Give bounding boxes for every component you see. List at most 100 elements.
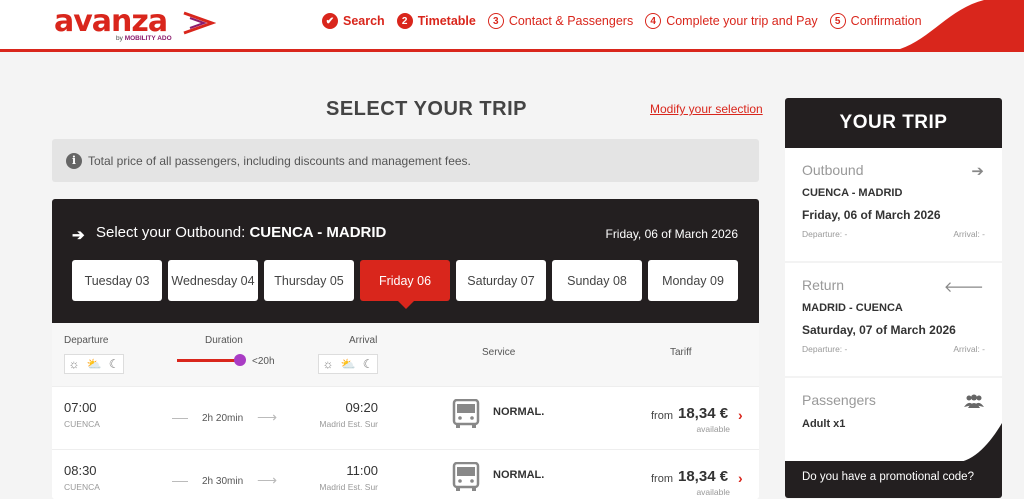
step-number: 4 [645,13,662,29]
duration-max-label: <20h [252,356,275,367]
departure-city: CUENCA [64,419,100,429]
return-departure: Departure: - [802,344,848,354]
outbound-summary-date: Friday, 06 of March 2026 [802,208,941,222]
day-tab[interactable]: Saturday 07 [456,260,546,301]
sunset-icon[interactable]: ⛅ [87,357,102,371]
arrival-time: 11:00 [346,463,378,478]
avanza-logo[interactable]: avanza by MOBILITY ADO [54,6,234,46]
outbound-arrival: Arrival: - [953,229,985,239]
day-tab[interactable]: Tuesday 03 [72,260,162,301]
outbound-route: CUENCA - MADRID [249,224,387,241]
trip-row[interactable]: 07:00 CUENCA 2h 20min ⟶ 09:20 Madrid Est… [52,387,759,450]
column-headers: Departure ☼ ⛅ ☾ Duration <20h Arrival ☼ ⛅ ☾ … [52,323,759,387]
info-text: Total price of all passengers, including… [88,153,471,168]
trip-price: 18,34 € [678,405,729,422]
day-tab[interactable]: Thursday 05 [264,260,354,301]
outbound-summary: Outbound ➔ CUENCA - MADRID Friday, 06 of… [785,148,1002,261]
return-summary: Return 🡐 MADRID - CUENCA Saturday, 07 of… [785,263,1002,376]
step-label: Contact & Passengers [508,14,634,28]
night-icon[interactable]: ☾ [109,357,120,371]
step-label: Search [343,14,385,28]
departure-time: 07:00 [64,400,97,415]
site-header: avanza by MOBILITY ADO ✔ Search 2 Timetabl… [0,0,1024,52]
bus-icon [452,462,480,491]
day-tab[interactable]: Sunday 08 [552,260,642,301]
trip-price: 18,34 € [678,468,729,485]
users-icon [964,394,984,408]
trip-row[interactable]: 08:30 CUENCA 2h 30min ⟶ 11:00 Madrid Est… [52,450,759,499]
duration-slider-handle[interactable] [234,354,246,366]
step-timetable[interactable]: 2 Timetable [396,13,476,29]
return-summary-date: Saturday, 07 of March 2026 [802,323,956,337]
duration-slider-track[interactable] [177,359,239,362]
service-type: NORMAL. [493,406,545,418]
info-icon: i [66,152,82,169]
trip-duration: 2h 20min [202,413,244,424]
service-header: Service [482,347,516,358]
outbound-label: Select your Outbound: CUENCA - MADRID [96,224,386,241]
chevron-right-icon[interactable]: › [738,407,743,423]
chevron-right-icon[interactable]: › [738,470,743,486]
passengers-label: Passengers [802,392,876,408]
page-title: SELECT YOUR TRIP [326,98,527,120]
morning-icon[interactable]: ☼ [69,357,80,371]
morning-icon[interactable]: ☼ [323,357,334,371]
arrow-right-icon: ➔ [971,163,984,180]
logo-by: by [116,35,123,42]
price-from-label: from [651,473,673,485]
duration-line [172,418,188,419]
price-from-label: from [651,410,673,422]
step-label: Complete your trip and Pay [666,14,818,28]
bus-icon [452,399,480,428]
outbound-summary-label: Outbound [802,162,864,178]
your-trip-title: YOUR TRIP [785,98,1002,148]
modify-selection-link[interactable]: Modify your selection [650,102,763,116]
arrow-right-icon: ➔ [72,227,85,244]
header-swoosh [899,0,1024,49]
outbound-departure: Departure: - [802,229,848,239]
tariff-header: Tariff [670,347,692,358]
return-summary-label: Return [802,277,845,293]
step-check-icon: ✔ [322,13,338,29]
checkout-steps: ✔ Search 2 Timetable 3 Contact & Passengers… [322,13,922,29]
logo-arrow-icon [183,11,216,35]
departure-header: Departure [64,335,109,346]
long-arrow-icon: ⟶ [257,472,278,488]
return-summary-route: MADRID - CUENCA [802,302,903,314]
step-contact-passengers: 3 Contact & Passengers [487,13,634,29]
price-info-banner: i Total price of all passengers, includi… [52,139,759,182]
sunset-icon[interactable]: ⛅ [341,357,356,371]
outbound-summary-route: CUENCA - MADRID [802,187,903,199]
arrival-header: Arrival [349,335,378,346]
day-tab[interactable]: Monday 09 [648,260,738,301]
outbound-prefix: Select your Outbound: [96,224,246,241]
arrival-time: 09:20 [345,400,378,415]
departure-city: CUENCA [64,482,100,492]
step-number: 3 [487,13,504,29]
promo-code-toggle[interactable]: Do you have a promotional code? [785,461,1002,498]
return-arrival: Arrival: - [953,344,985,354]
arrival-city: Madrid Est. Sur [319,482,378,492]
arrival-time-filter[interactable]: ☼ ⛅ ☾ [318,354,378,374]
promo-swoosh [785,423,1002,463]
arrow-left-icon: 🡐 [943,279,984,296]
long-arrow-icon: ⟶ [257,409,278,425]
duration-header: Duration [205,335,243,346]
night-icon[interactable]: ☾ [363,357,374,371]
step-complete-pay: 4 Complete your trip and Pay [645,13,818,29]
day-tab-active[interactable]: Friday 06 [360,260,450,309]
outbound-date: Friday, 06 of March 2026 [605,227,738,241]
service-type: NORMAL. [493,469,545,481]
logo-sub-brand: MOBILITY ADO [124,35,172,42]
day-tabs: Tuesday 03 Wednesday 04 Thursday 05 Frid… [72,260,738,309]
availability-status: available [696,424,730,434]
your-trip-sidebar: YOUR TRIP Outbound ➔ CUENCA - MADRID Fri… [785,98,1002,498]
outbound-header: ➔ Select your Outbound: CUENCA - MADRID … [52,199,759,323]
day-tab[interactable]: Wednesday 04 [168,260,258,301]
logo-tagline: by MOBILITY ADO [116,35,172,42]
departure-time: 08:30 [64,463,97,478]
step-search[interactable]: ✔ Search [322,13,385,29]
outbound-panel: ➔ Select your Outbound: CUENCA - MADRID … [52,199,759,499]
departure-time-filter[interactable]: ☼ ⛅ ☾ [64,354,124,374]
trip-duration: 2h 30min [202,476,244,487]
